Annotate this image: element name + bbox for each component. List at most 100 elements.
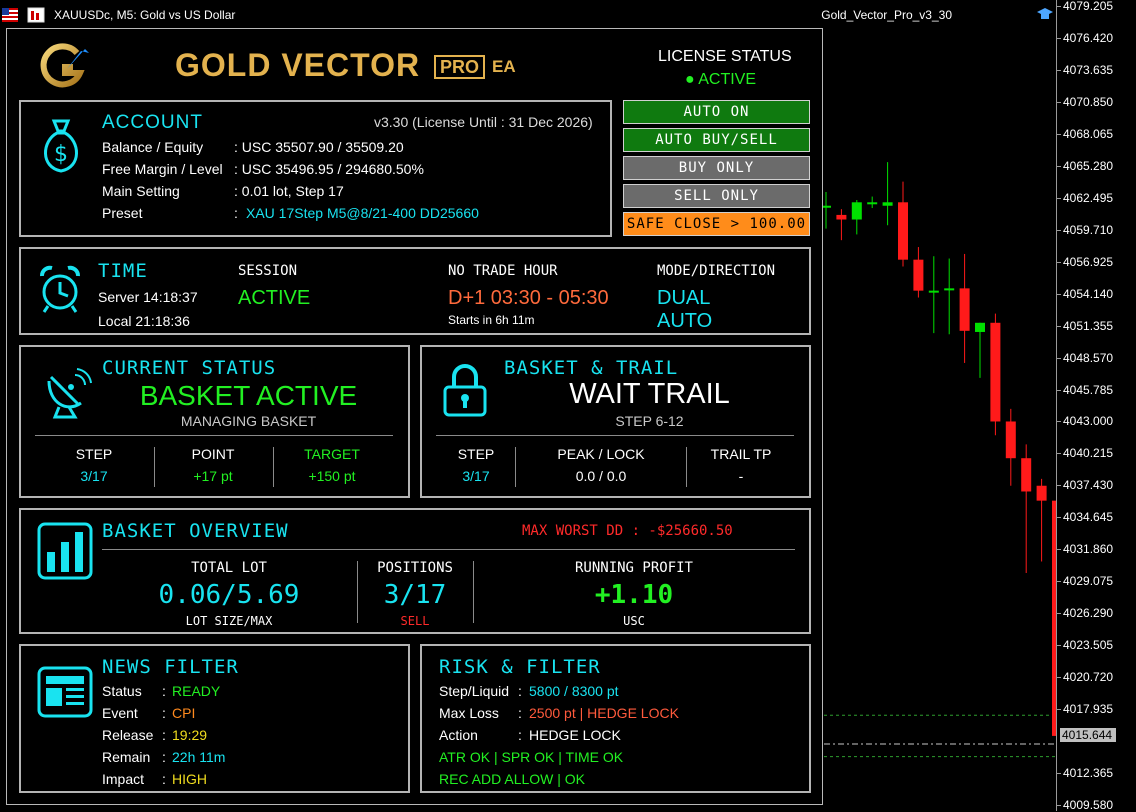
lot-size-max-caption: LOT SIZE/MAX xyxy=(185,614,273,628)
candle-body xyxy=(944,288,955,291)
candle-body xyxy=(1021,458,1032,492)
price-tick-label: 4031.860 xyxy=(1056,542,1114,557)
price-tick-label: 4070.850 xyxy=(1056,94,1114,109)
graduation-cap-icon[interactable] xyxy=(1037,6,1053,22)
risk-filter-box: RISK & FILTER Step/Liquid : 5800 / 8300 … xyxy=(420,644,811,793)
step-liquid-label: Step/Liquid xyxy=(439,683,510,699)
price-tick-label: 4034.645 xyxy=(1056,510,1114,525)
profit-currency: USC xyxy=(623,614,645,628)
candle[interactable] xyxy=(913,247,924,298)
basket-trail-box: BASKET & TRAIL WAIT TRAIL STEP 6-12 STEP… xyxy=(420,345,811,498)
price-tick-label: 4056.925 xyxy=(1056,254,1114,269)
chart-title-bar: XAUUSDc, M5: Gold vs US Dollar Gold_Vect… xyxy=(0,0,1056,30)
news-filter-box: NEWS FILTER Status : READY Event : CPI R… xyxy=(19,644,410,793)
colon: : xyxy=(162,705,166,721)
candle[interactable] xyxy=(1005,408,1016,486)
news-release-label: Release xyxy=(102,727,154,743)
running-profit-value: +1.10 xyxy=(594,580,674,610)
no-trade-hour-label: NO TRADE HOUR xyxy=(448,263,558,279)
colon: : xyxy=(162,749,166,765)
risk-filter-title: RISK & FILTER xyxy=(439,656,601,678)
mode-direction-label: MODE/DIRECTION xyxy=(657,263,776,279)
main-setting-value: : 0.01 lot, Step 17 xyxy=(234,183,344,199)
trail-step-value: 3/17 xyxy=(462,468,490,484)
flag-icon xyxy=(2,8,18,22)
chart-window-icon[interactable] xyxy=(27,7,45,23)
candle[interactable] xyxy=(882,162,893,226)
candle-body xyxy=(1005,421,1016,459)
candle[interactable] xyxy=(928,256,939,334)
action-value: HEDGE LOCK xyxy=(529,727,621,743)
license-status-label: LICENSE STATUS xyxy=(658,48,792,65)
positions-direction: SELL xyxy=(400,614,430,628)
mode-value: DUAL xyxy=(657,287,711,309)
current-price-label: 4015.644 xyxy=(1060,728,1116,742)
candle[interactable] xyxy=(836,209,847,241)
step-label: STEP xyxy=(75,446,113,462)
total-lot-value: 0.06/5.69 xyxy=(158,580,300,610)
divider xyxy=(436,435,794,436)
price-tick-label: 4054.140 xyxy=(1056,286,1114,301)
colon: : xyxy=(162,683,166,699)
starts-in: Starts in 6h 11m xyxy=(448,313,535,327)
candle[interactable] xyxy=(959,253,970,363)
candle-body xyxy=(928,290,939,293)
candle-body xyxy=(1036,485,1047,501)
candle[interactable] xyxy=(867,196,878,209)
news-filter-title: NEWS FILTER xyxy=(102,656,239,678)
price-tick-label: 4065.280 xyxy=(1056,158,1114,173)
price-tick-label: 4045.785 xyxy=(1056,382,1114,397)
brand-title: GOLD VECTOR xyxy=(175,47,421,83)
auto-on-button[interactable]: AUTO ON xyxy=(623,100,810,124)
preset-label: Preset xyxy=(102,205,143,221)
price-tick-label: 4037.430 xyxy=(1056,478,1114,493)
price-axis[interactable]: 4079.205 4076.420 4073.635 4070.850 4068.065… xyxy=(1056,0,1136,812)
target-value: +150 pt xyxy=(308,468,356,484)
candle[interactable] xyxy=(990,313,1001,436)
candle[interactable] xyxy=(975,322,985,378)
positions-label: POSITIONS xyxy=(377,560,453,576)
news-impact-label: Impact xyxy=(102,771,145,787)
candle-body xyxy=(913,259,924,291)
filter-checks: ATR OK | SPR OK | TIME OK xyxy=(439,749,624,765)
direction-value: AUTO xyxy=(657,310,713,332)
news-remain-value: 22h 11m xyxy=(172,749,226,765)
chart-symbol-title: XAUUSDc, M5: Gold vs US Dollar xyxy=(54,8,236,22)
candle[interactable] xyxy=(944,258,955,335)
balance-value: : USC 35507.90 / 35509.20 xyxy=(234,139,404,155)
expert-advisor-name[interactable]: Gold_Vector_Pro_v3_30 xyxy=(821,8,952,22)
candle[interactable] xyxy=(1036,478,1047,562)
satellite-dish-icon xyxy=(47,368,92,419)
padlock-icon xyxy=(443,364,487,417)
candle[interactable] xyxy=(1021,444,1032,573)
candle-body xyxy=(898,202,908,260)
price-tick-label: 4068.065 xyxy=(1056,126,1114,141)
candle-body xyxy=(867,202,878,205)
brand-pro-badge: PRO xyxy=(434,55,486,79)
total-lot-label: TOTAL LOT xyxy=(191,560,267,576)
news-remain-label: Remain xyxy=(102,749,151,765)
preset-colon: : xyxy=(234,205,238,221)
balance-label: Balance / Equity xyxy=(102,139,204,155)
price-tick-label: 4020.720 xyxy=(1056,670,1114,685)
sell-only-button[interactable]: SELL ONLY xyxy=(623,184,810,208)
current-status-title: CURRENT STATUS xyxy=(102,357,277,379)
rec-add-allow: REC ADD ALLOW | OK xyxy=(439,771,586,787)
newspaper-icon xyxy=(37,666,93,718)
step-value: 3/17 xyxy=(80,468,108,484)
gold-vector-logo-icon xyxy=(40,43,89,88)
safe-close-button[interactable]: SAFE CLOSE > 100.00 xyxy=(623,212,810,236)
buy-only-button[interactable]: BUY ONLY xyxy=(623,156,810,180)
trail-step-label: STEP xyxy=(457,446,495,462)
divider xyxy=(35,435,393,436)
price-tick-label: 4051.355 xyxy=(1056,318,1114,333)
managing-basket-text: MANAGING BASKET xyxy=(180,413,317,429)
candle[interactable] xyxy=(898,181,908,267)
price-tick-label: 4062.495 xyxy=(1056,190,1114,205)
action-label: Action xyxy=(439,727,478,743)
price-tick-label: 4048.570 xyxy=(1056,350,1114,365)
version-license: v3.30 (License Until : 31 Dec 2026) xyxy=(374,114,593,130)
auto-buy-sell-button[interactable]: AUTO BUY/SELL xyxy=(623,128,810,152)
candle[interactable] xyxy=(851,199,862,235)
peak-lock-label: PEAK / LOCK xyxy=(557,446,645,462)
